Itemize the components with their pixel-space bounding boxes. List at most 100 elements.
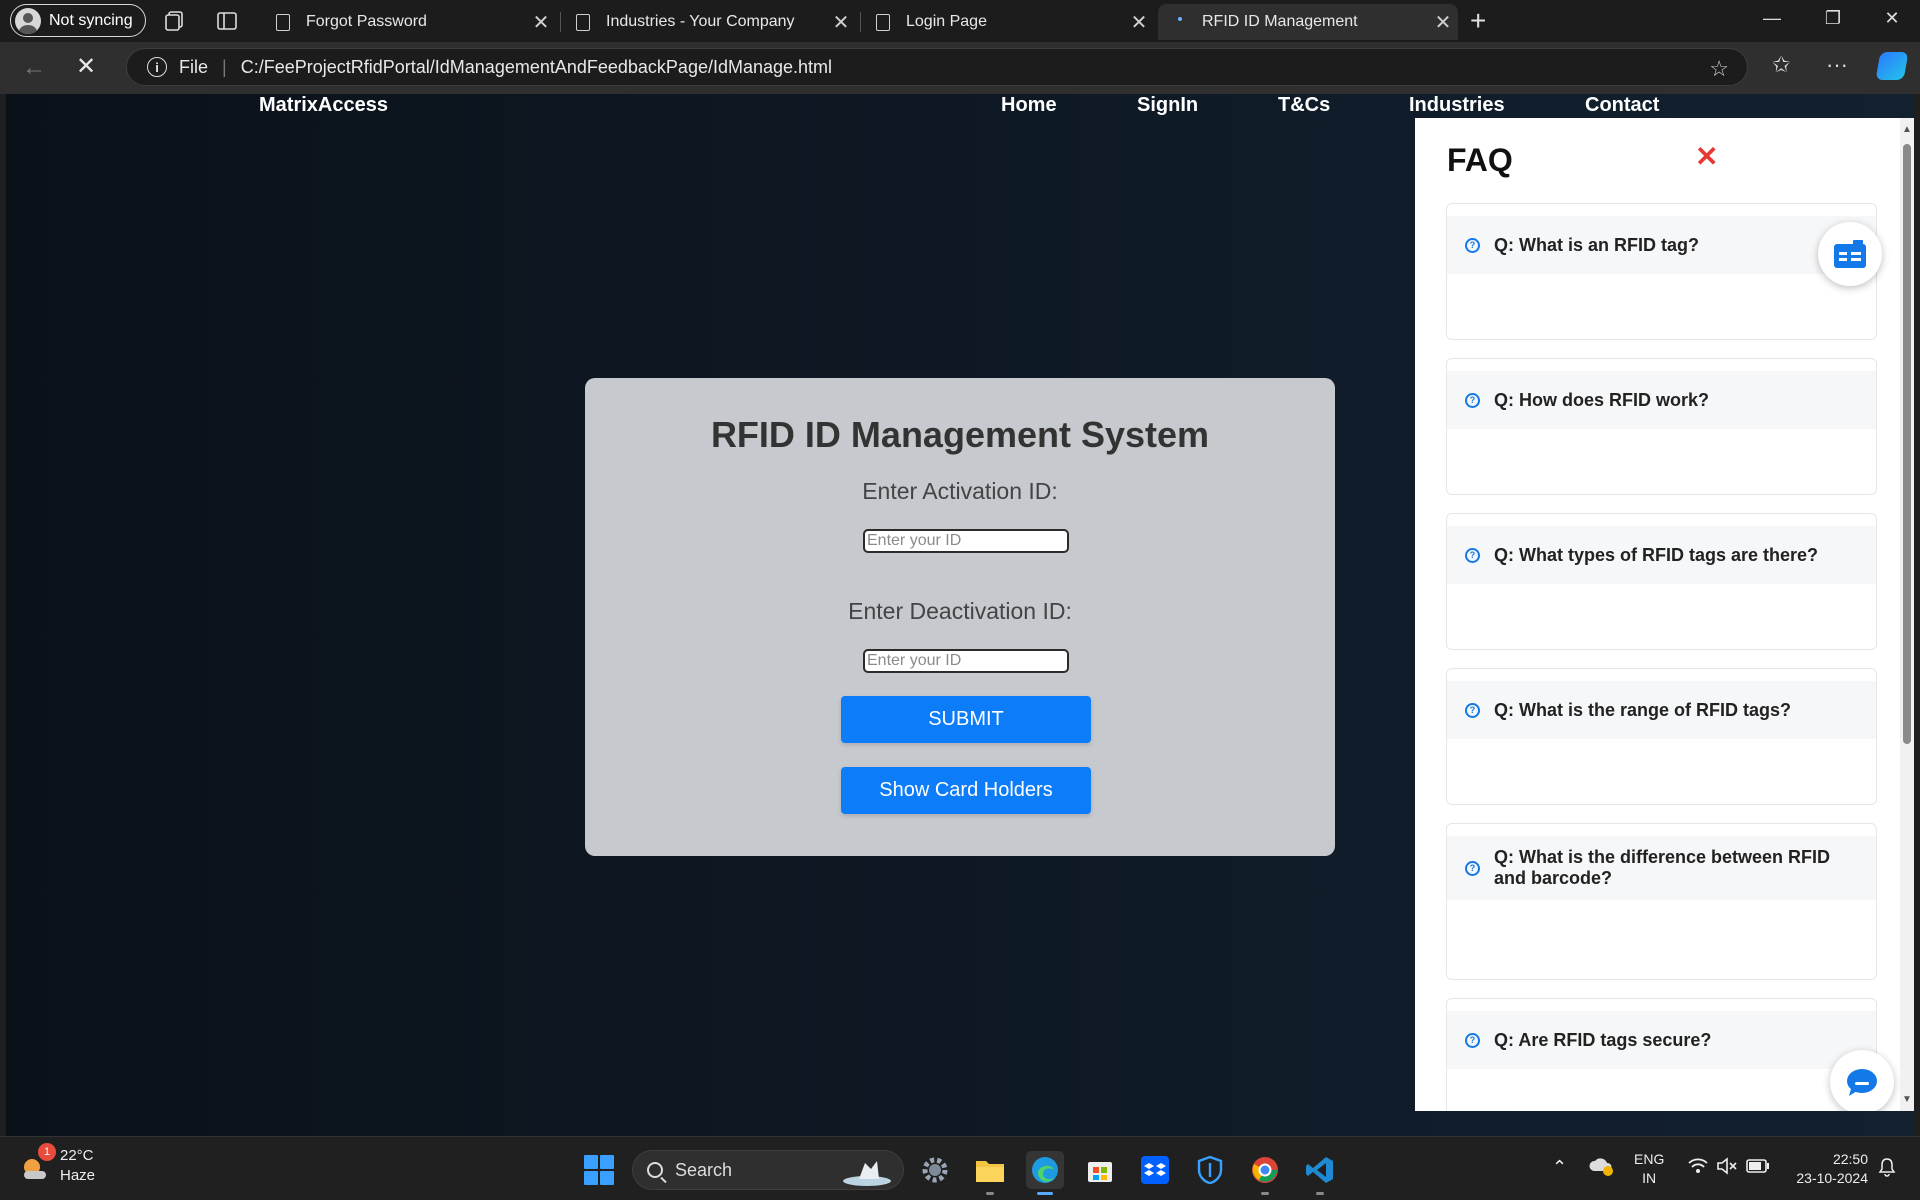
language-indicator[interactable]: ENG IN [1634, 1150, 1664, 1188]
loading-icon [1178, 17, 1182, 21]
edge-browser-icon[interactable] [1026, 1151, 1064, 1195]
nav-tcs[interactable]: T&Cs [1278, 94, 1330, 117]
dropbox-icon[interactable] [1136, 1151, 1174, 1189]
tab-title: Forgot Password [306, 13, 427, 30]
tab-title: Industries - Your Company [606, 13, 795, 30]
windows-start-icon[interactable] [584, 1155, 614, 1185]
activation-label: Enter Activation ID: [862, 478, 1058, 504]
tab-rfid-id-management[interactable]: RFID ID Management ✕ [1158, 4, 1458, 40]
notifications-bell-icon[interactable] [1878, 1157, 1896, 1180]
faq-question: Q: Are RFID tags secure? [1494, 1029, 1712, 1050]
tab-close-icon[interactable]: ✕ [826, 10, 856, 35]
tab-divider [560, 12, 561, 32]
sidebar-widget-button[interactable] [1818, 222, 1882, 286]
weather-icon: 1 [20, 1143, 56, 1183]
faq-item[interactable]: ? Q: What is an RFID tag? [1446, 203, 1877, 340]
address-bar[interactable]: i File | C:/FeeProjectRfidPortal/IdManag… [126, 48, 1748, 86]
search-highlight-icon [843, 1161, 891, 1186]
scheme-label: File [179, 56, 209, 77]
show-card-holders-button[interactable]: Show Card Holders [841, 767, 1091, 814]
show-hidden-icons-icon[interactable]: ⌃ [1552, 1157, 1567, 1178]
back-arrow-icon[interactable]: ← [22, 54, 46, 82]
windows-taskbar: 1 22°C Haze Search ⌃ ENG IN 22:50 23-10-… [0, 1136, 1920, 1200]
tab-industries[interactable]: Industries - Your Company ✕ [562, 4, 856, 40]
nav-signin[interactable]: SignIn [1137, 94, 1198, 117]
settings-app-icon[interactable] [916, 1151, 954, 1189]
profile-button[interactable]: Not syncing [10, 4, 146, 37]
search-icon [647, 1162, 663, 1178]
faq-item[interactable]: ? Q: What types of RFID tags are there? [1446, 513, 1877, 650]
tab-forgot-password[interactable]: Forgot Password ✕ [262, 4, 556, 40]
nav-industries[interactable]: Industries [1409, 94, 1505, 117]
faq-item[interactable]: ? Q: What is the range of RFID tags? [1446, 668, 1877, 805]
onedrive-icon[interactable] [1588, 1155, 1614, 1180]
url-text[interactable]: C:/FeeProjectRfidPortal/IdManagementAndF… [241, 57, 832, 78]
minimize-icon[interactable]: — [1760, 8, 1784, 29]
taskbar-search[interactable]: Search [632, 1150, 904, 1190]
faq-title: FAQ [1447, 142, 1513, 178]
scroll-down-icon[interactable]: ▼ [1902, 1094, 1912, 1105]
chat-bubble-icon [1847, 1069, 1877, 1096]
running-indicator [1261, 1192, 1269, 1195]
faq-scrollbar[interactable]: ▲ ▼ [1900, 118, 1914, 1111]
copilot-icon[interactable] [1875, 52, 1909, 80]
restore-icon[interactable]: ❐ [1821, 8, 1845, 29]
wifi-icon[interactable] [1688, 1157, 1708, 1178]
weather-widget[interactable]: 1 22°C Haze [20, 1143, 95, 1184]
clock[interactable]: 22:50 23-10-2024 [1786, 1150, 1868, 1188]
question-icon: ? [1465, 1032, 1480, 1048]
faq-question: Q: What is the difference between RFID a… [1494, 847, 1831, 888]
faq-item[interactable]: ? Q: How does RFID work? [1446, 358, 1877, 495]
tab-close-icon[interactable]: ✕ [526, 10, 556, 35]
question-icon: ? [1465, 237, 1480, 253]
site-brand[interactable]: MatrixAccess [259, 94, 388, 117]
faq-question: Q: What types of RFID tags are there? [1494, 544, 1819, 565]
tab-close-icon[interactable]: ✕ [1124, 10, 1154, 35]
vscode-icon[interactable] [1301, 1151, 1339, 1195]
submit-button[interactable]: SUBMIT [841, 696, 1091, 743]
microsoft-store-icon[interactable] [1081, 1151, 1119, 1189]
battery-icon[interactable] [1746, 1158, 1770, 1177]
faq-panel: FAQ ✕ ? Q: What is an RFID tag? ? Q: How d… [1415, 118, 1914, 1111]
chrome-icon[interactable] [1246, 1151, 1284, 1195]
nav-home[interactable]: Home [1001, 94, 1057, 117]
close-window-icon[interactable]: ✕ [1880, 8, 1904, 29]
faq-close-icon[interactable]: ✕ [1695, 140, 1718, 173]
page-icon [576, 13, 590, 31]
more-menu-icon[interactable]: ··· [1826, 52, 1848, 78]
tab-actions-icon[interactable] [215, 9, 239, 33]
search-label: Search [675, 1159, 733, 1180]
new-tab-icon[interactable]: + [1470, 6, 1486, 36]
clock-date: 23-10-2024 [1796, 1170, 1868, 1186]
favorites-icon[interactable]: ✩ [1772, 52, 1790, 78]
volume-muted-icon[interactable] [1716, 1157, 1738, 1178]
tab-close-icon[interactable]: ✕ [1428, 10, 1458, 35]
nav-contact[interactable]: Contact [1585, 94, 1659, 117]
stop-loading-icon[interactable]: ✕ [76, 52, 96, 81]
faq-item[interactable]: ? Q: Are RFID tags secure? [1446, 998, 1877, 1111]
scroll-up-icon[interactable]: ▲ [1902, 124, 1912, 135]
question-icon: ? [1465, 702, 1480, 718]
address-separator: | [222, 56, 227, 77]
page-icon [276, 13, 290, 31]
profile-avatar-icon [15, 7, 41, 34]
file-explorer-icon[interactable] [971, 1151, 1009, 1195]
tab-title: RFID ID Management [1202, 13, 1358, 30]
site-info-icon[interactable]: i [147, 57, 167, 77]
running-indicator [1316, 1192, 1324, 1195]
faq-item[interactable]: ? Q: What is the difference between RFID … [1446, 823, 1877, 980]
favorite-star-icon[interactable]: ☆ [1709, 56, 1729, 82]
tab-title: Login Page [906, 13, 987, 30]
scrollbar-thumb[interactable] [1903, 144, 1911, 744]
question-icon: ? [1465, 547, 1480, 563]
deactivation-id-input[interactable] [863, 649, 1069, 673]
activation-id-input[interactable] [863, 529, 1069, 553]
faq-question: Q: What is an RFID tag? [1494, 234, 1699, 255]
region-code: IN [1642, 1170, 1657, 1186]
security-app-icon[interactable] [1191, 1151, 1229, 1189]
workspaces-icon[interactable] [163, 9, 187, 33]
chat-widget-button[interactable] [1830, 1050, 1894, 1111]
tab-login-page[interactable]: Login Page ✕ [862, 4, 1154, 40]
running-indicator [986, 1192, 994, 1195]
faq-question: Q: What is the range of RFID tags? [1494, 699, 1792, 720]
